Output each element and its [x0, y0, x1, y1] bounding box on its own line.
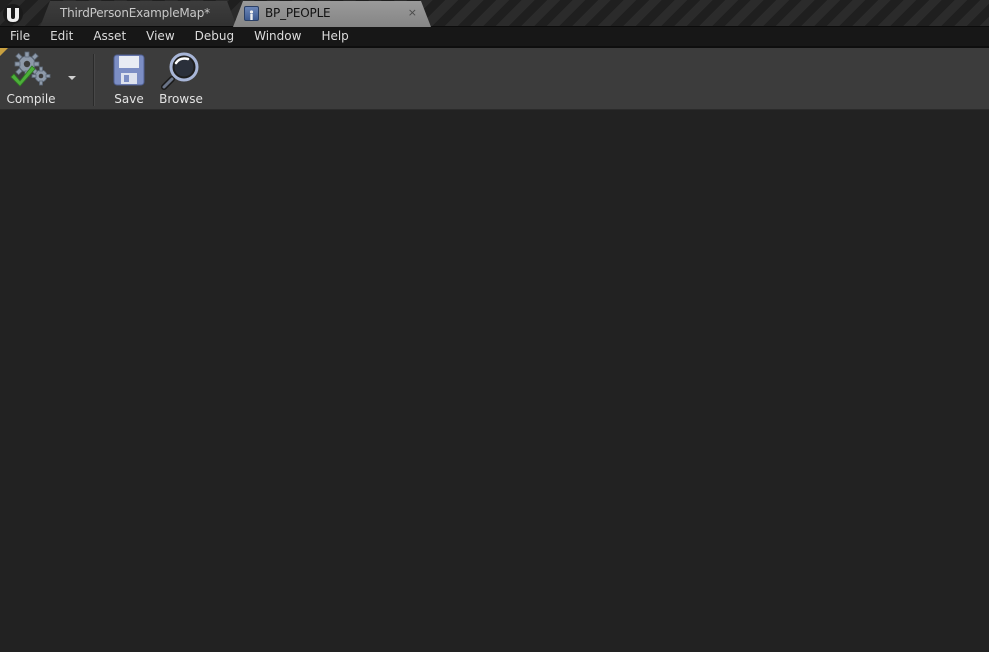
editor-main-area	[0, 110, 989, 652]
browse-label: Browse	[159, 92, 203, 106]
menu-file[interactable]: File	[0, 27, 40, 46]
menu-view[interactable]: View	[136, 27, 184, 46]
menu-asset[interactable]: Asset	[83, 27, 136, 46]
tab-third-person-example-map[interactable]: ThirdPersonExampleMap*	[40, 1, 237, 27]
menu-help[interactable]: Help	[311, 27, 358, 46]
menu-bar: File Edit Asset View Debug Window Help	[0, 27, 989, 46]
chevron-down-icon	[68, 76, 76, 80]
compile-button[interactable]: Compile	[4, 50, 58, 108]
menu-window[interactable]: Window	[244, 27, 311, 46]
save-label: Save	[114, 92, 144, 106]
toolbar: Compile Save Browse	[0, 48, 989, 110]
magnifier-icon	[160, 50, 202, 90]
compile-label: Compile	[6, 92, 56, 106]
tab-label: BP_PEOPLE	[265, 6, 331, 20]
menu-edit[interactable]: Edit	[40, 27, 83, 46]
menu-debug[interactable]: Debug	[185, 27, 244, 46]
toolbar-separator	[93, 54, 94, 106]
tab-bp-people[interactable]: BP_PEOPLE ×	[233, 1, 431, 27]
blueprint-icon	[244, 6, 259, 21]
browse-button[interactable]: Browse	[157, 50, 205, 108]
save-button[interactable]: Save	[109, 50, 149, 108]
title-tab-bar: ThirdPersonExampleMap* BP_PEOPLE ×	[0, 0, 989, 27]
unreal-logo-icon[interactable]	[0, 0, 26, 27]
close-tab-icon[interactable]: ×	[408, 6, 417, 19]
save-floppy-icon	[108, 50, 150, 90]
tab-label: ThirdPersonExampleMap*	[60, 6, 210, 20]
compile-icon	[10, 50, 52, 90]
compile-options-dropdown[interactable]	[64, 70, 80, 86]
